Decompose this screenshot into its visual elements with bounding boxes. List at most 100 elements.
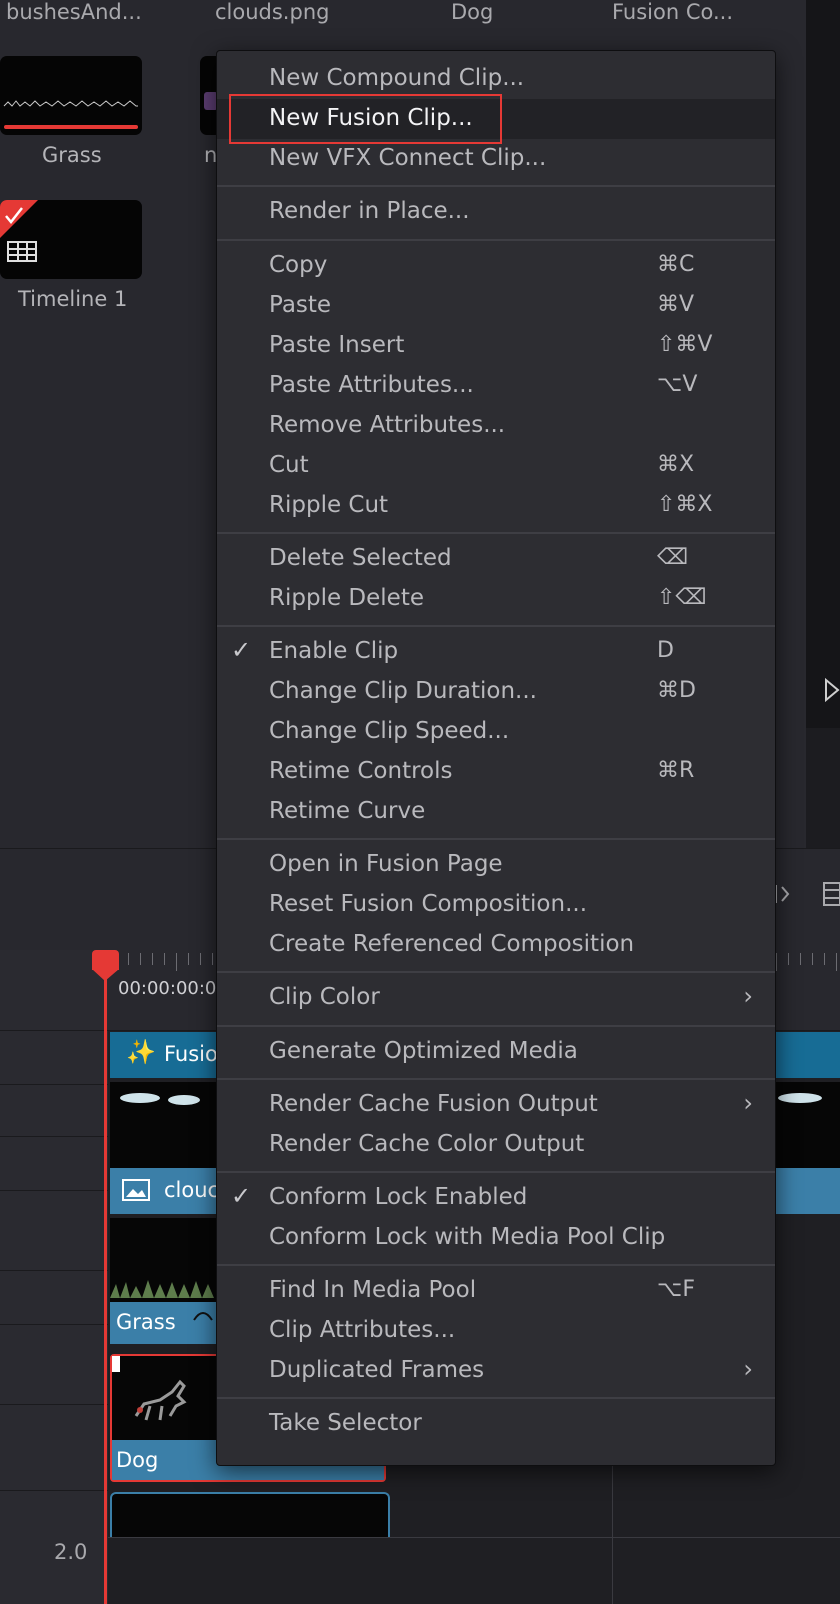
media-item-label-fusion-comp[interactable]: Fusion Co... (612, 0, 733, 24)
menu-item-label: Ripple Delete (269, 585, 424, 611)
menu-item-new-vfx-connect-clip[interactable]: New VFX Connect Clip... (217, 139, 775, 179)
media-item-label-clouds[interactable]: clouds.png (215, 0, 329, 24)
menu-item-remove-attributes[interactable]: Remove Attributes... (217, 406, 775, 446)
menu-item-render-cache-fusion-output[interactable]: Render Cache Fusion Output › (217, 1085, 775, 1125)
menu-item-label: Render in Place... (269, 198, 470, 224)
media-thumbnail-grass[interactable] (0, 56, 142, 135)
menu-item-label: New Compound Clip... (269, 65, 525, 91)
playhead-line[interactable] (104, 950, 107, 1604)
menu-item-shortcut: D (657, 638, 674, 663)
ruler-tick (788, 953, 789, 965)
ruler-tick (800, 953, 801, 965)
menu-item-shortcut: ⌘V (657, 292, 695, 317)
menu-item-label: Conform Lock with Media Pool Clip (269, 1224, 666, 1250)
menu-item-shortcut: ⌘D (657, 678, 696, 703)
menu-item-label: Clip Attributes... (269, 1317, 456, 1343)
chevron-right-icon: › (743, 1089, 753, 1117)
timeline-icon (0, 200, 38, 262)
menu-item-label: Paste (269, 292, 332, 318)
menu-item-enable-clip[interactable]: ✓ Enable Clip D (217, 632, 775, 672)
menu-item-render-cache-color-output[interactable]: Render Cache Color Output (217, 1125, 775, 1165)
media-thumbnail-timeline[interactable] (0, 200, 142, 279)
ruler-tick (140, 953, 141, 965)
menu-item-label: Change Clip Duration... (269, 678, 537, 704)
menu-item-render-in-place[interactable]: Render in Place... (217, 192, 775, 232)
ruler-tick (212, 953, 213, 965)
media-item-label-dog[interactable]: Dog (451, 0, 493, 24)
highlight-annotation-box (229, 94, 502, 144)
menu-item-paste[interactable]: Paste ⌘V (217, 286, 775, 326)
menu-item-label: Retime Controls (269, 758, 453, 784)
menu-item-paste-attributes[interactable]: Paste Attributes... ⌥V (217, 366, 775, 406)
chevron-right-icon: › (743, 982, 753, 1010)
chevron-right-icon: › (743, 1355, 753, 1383)
menu-item-paste-insert[interactable]: Paste Insert ⇧⌘V (217, 326, 775, 366)
menu-separator (217, 971, 775, 973)
menu-item-shortcut: ⌘C (657, 252, 695, 277)
track-headers: 2.0 (0, 950, 109, 1604)
menu-item-label: New VFX Connect Clip... (269, 145, 547, 171)
menu-item-clip-attributes[interactable]: Clip Attributes... (217, 1311, 775, 1351)
menu-item-change-clip-duration[interactable]: Change Clip Duration... ⌘D (217, 672, 775, 712)
menu-item-shortcut: ⌥V (657, 372, 698, 397)
ruler-tick (176, 953, 177, 971)
media-label-grass: Grass (42, 143, 102, 167)
timeline-scale-value: 2.0 (54, 1540, 88, 1564)
menu-item-delete-selected[interactable]: Delete Selected ⌫ (217, 539, 775, 579)
menu-item-change-clip-speed[interactable]: Change Clip Speed... (217, 712, 775, 752)
menu-item-label: Render Cache Color Output (269, 1131, 585, 1157)
menu-item-open-in-fusion-page[interactable]: Open in Fusion Page (217, 845, 775, 885)
clip-view-icon[interactable] (822, 881, 840, 907)
menu-item-conform-lock-enabled[interactable]: ✓ Conform Lock Enabled (217, 1178, 775, 1218)
ruler-tick (824, 953, 825, 965)
media-item-label-bushes[interactable]: bushesAnd... (6, 0, 142, 24)
menu-item-label: Clip Color (269, 984, 380, 1010)
ruler-tick (200, 953, 201, 965)
menu-item-conform-lock-with-media-pool-clip[interactable]: Conform Lock with Media Pool Clip (217, 1218, 775, 1258)
grass-thumbnail-image (3, 100, 138, 129)
ruler-tick (188, 953, 189, 965)
menu-item-create-referenced-composition[interactable]: Create Referenced Composition (217, 925, 775, 965)
menu-item-label: Generate Optimized Media (269, 1038, 578, 1064)
menu-item-clip-color[interactable]: Clip Color › (217, 978, 775, 1018)
grass-image (110, 1280, 214, 1298)
menu-item-label: Create Referenced Composition (269, 931, 635, 957)
menu-item-retime-curve[interactable]: Retime Curve (217, 792, 775, 832)
ruler-tick (836, 953, 837, 971)
menu-item-reset-fusion-composition[interactable]: Reset Fusion Composition... (217, 885, 775, 925)
menu-item-label: Remove Attributes... (269, 412, 506, 438)
menu-item-shortcut: ⇧⌘X (657, 492, 713, 517)
menu-item-label: Conform Lock Enabled (269, 1184, 528, 1210)
menu-item-take-selector[interactable]: Take Selector (217, 1404, 775, 1444)
viewer-screen (806, 0, 840, 728)
menu-item-label: Take Selector (269, 1410, 422, 1436)
checkmark-icon: ✓ (231, 636, 252, 664)
menu-item-new-compound-clip[interactable]: New Compound Clip... (217, 59, 775, 99)
menu-item-cut[interactable]: Cut ⌘X (217, 446, 775, 486)
grass-clip-label: Grass (116, 1310, 176, 1334)
menu-item-ripple-cut[interactable]: Ripple Cut ⇧⌘X (217, 486, 775, 526)
menu-item-duplicated-frames[interactable]: Duplicated Frames › (217, 1351, 775, 1391)
menu-separator (217, 185, 775, 187)
grass-clip-thumbnail[interactable] (110, 1218, 220, 1302)
grass-clip[interactable]: Grass (110, 1302, 220, 1344)
clip-in-marker (112, 1356, 120, 1372)
audio-clip[interactable] (110, 1492, 390, 1538)
menu-item-find-in-media-pool[interactable]: Find In Media Pool ⌥F (217, 1271, 775, 1311)
media-label-timeline: Timeline 1 (18, 287, 128, 311)
play-icon[interactable] (824, 678, 840, 702)
menu-separator (217, 1397, 775, 1399)
menu-item-shortcut: ⌘R (657, 758, 695, 783)
ruler-tick (776, 953, 777, 971)
playhead-handle[interactable] (92, 950, 119, 970)
menu-item-label: Reset Fusion Composition... (269, 891, 588, 917)
timecode-display: 00:00:00:0 (118, 978, 217, 999)
menu-item-copy[interactable]: Copy ⌘C (217, 246, 775, 286)
menu-item-label: Find In Media Pool (269, 1277, 477, 1303)
menu-item-shortcut: ⌘X (657, 452, 695, 477)
menu-item-ripple-delete[interactable]: Ripple Delete ⇧⌫ (217, 579, 775, 619)
menu-separator (217, 532, 775, 534)
menu-separator (217, 1264, 775, 1266)
menu-item-retime-controls[interactable]: Retime Controls ⌘R (217, 752, 775, 792)
menu-item-generate-optimized-media[interactable]: Generate Optimized Media (217, 1032, 775, 1072)
